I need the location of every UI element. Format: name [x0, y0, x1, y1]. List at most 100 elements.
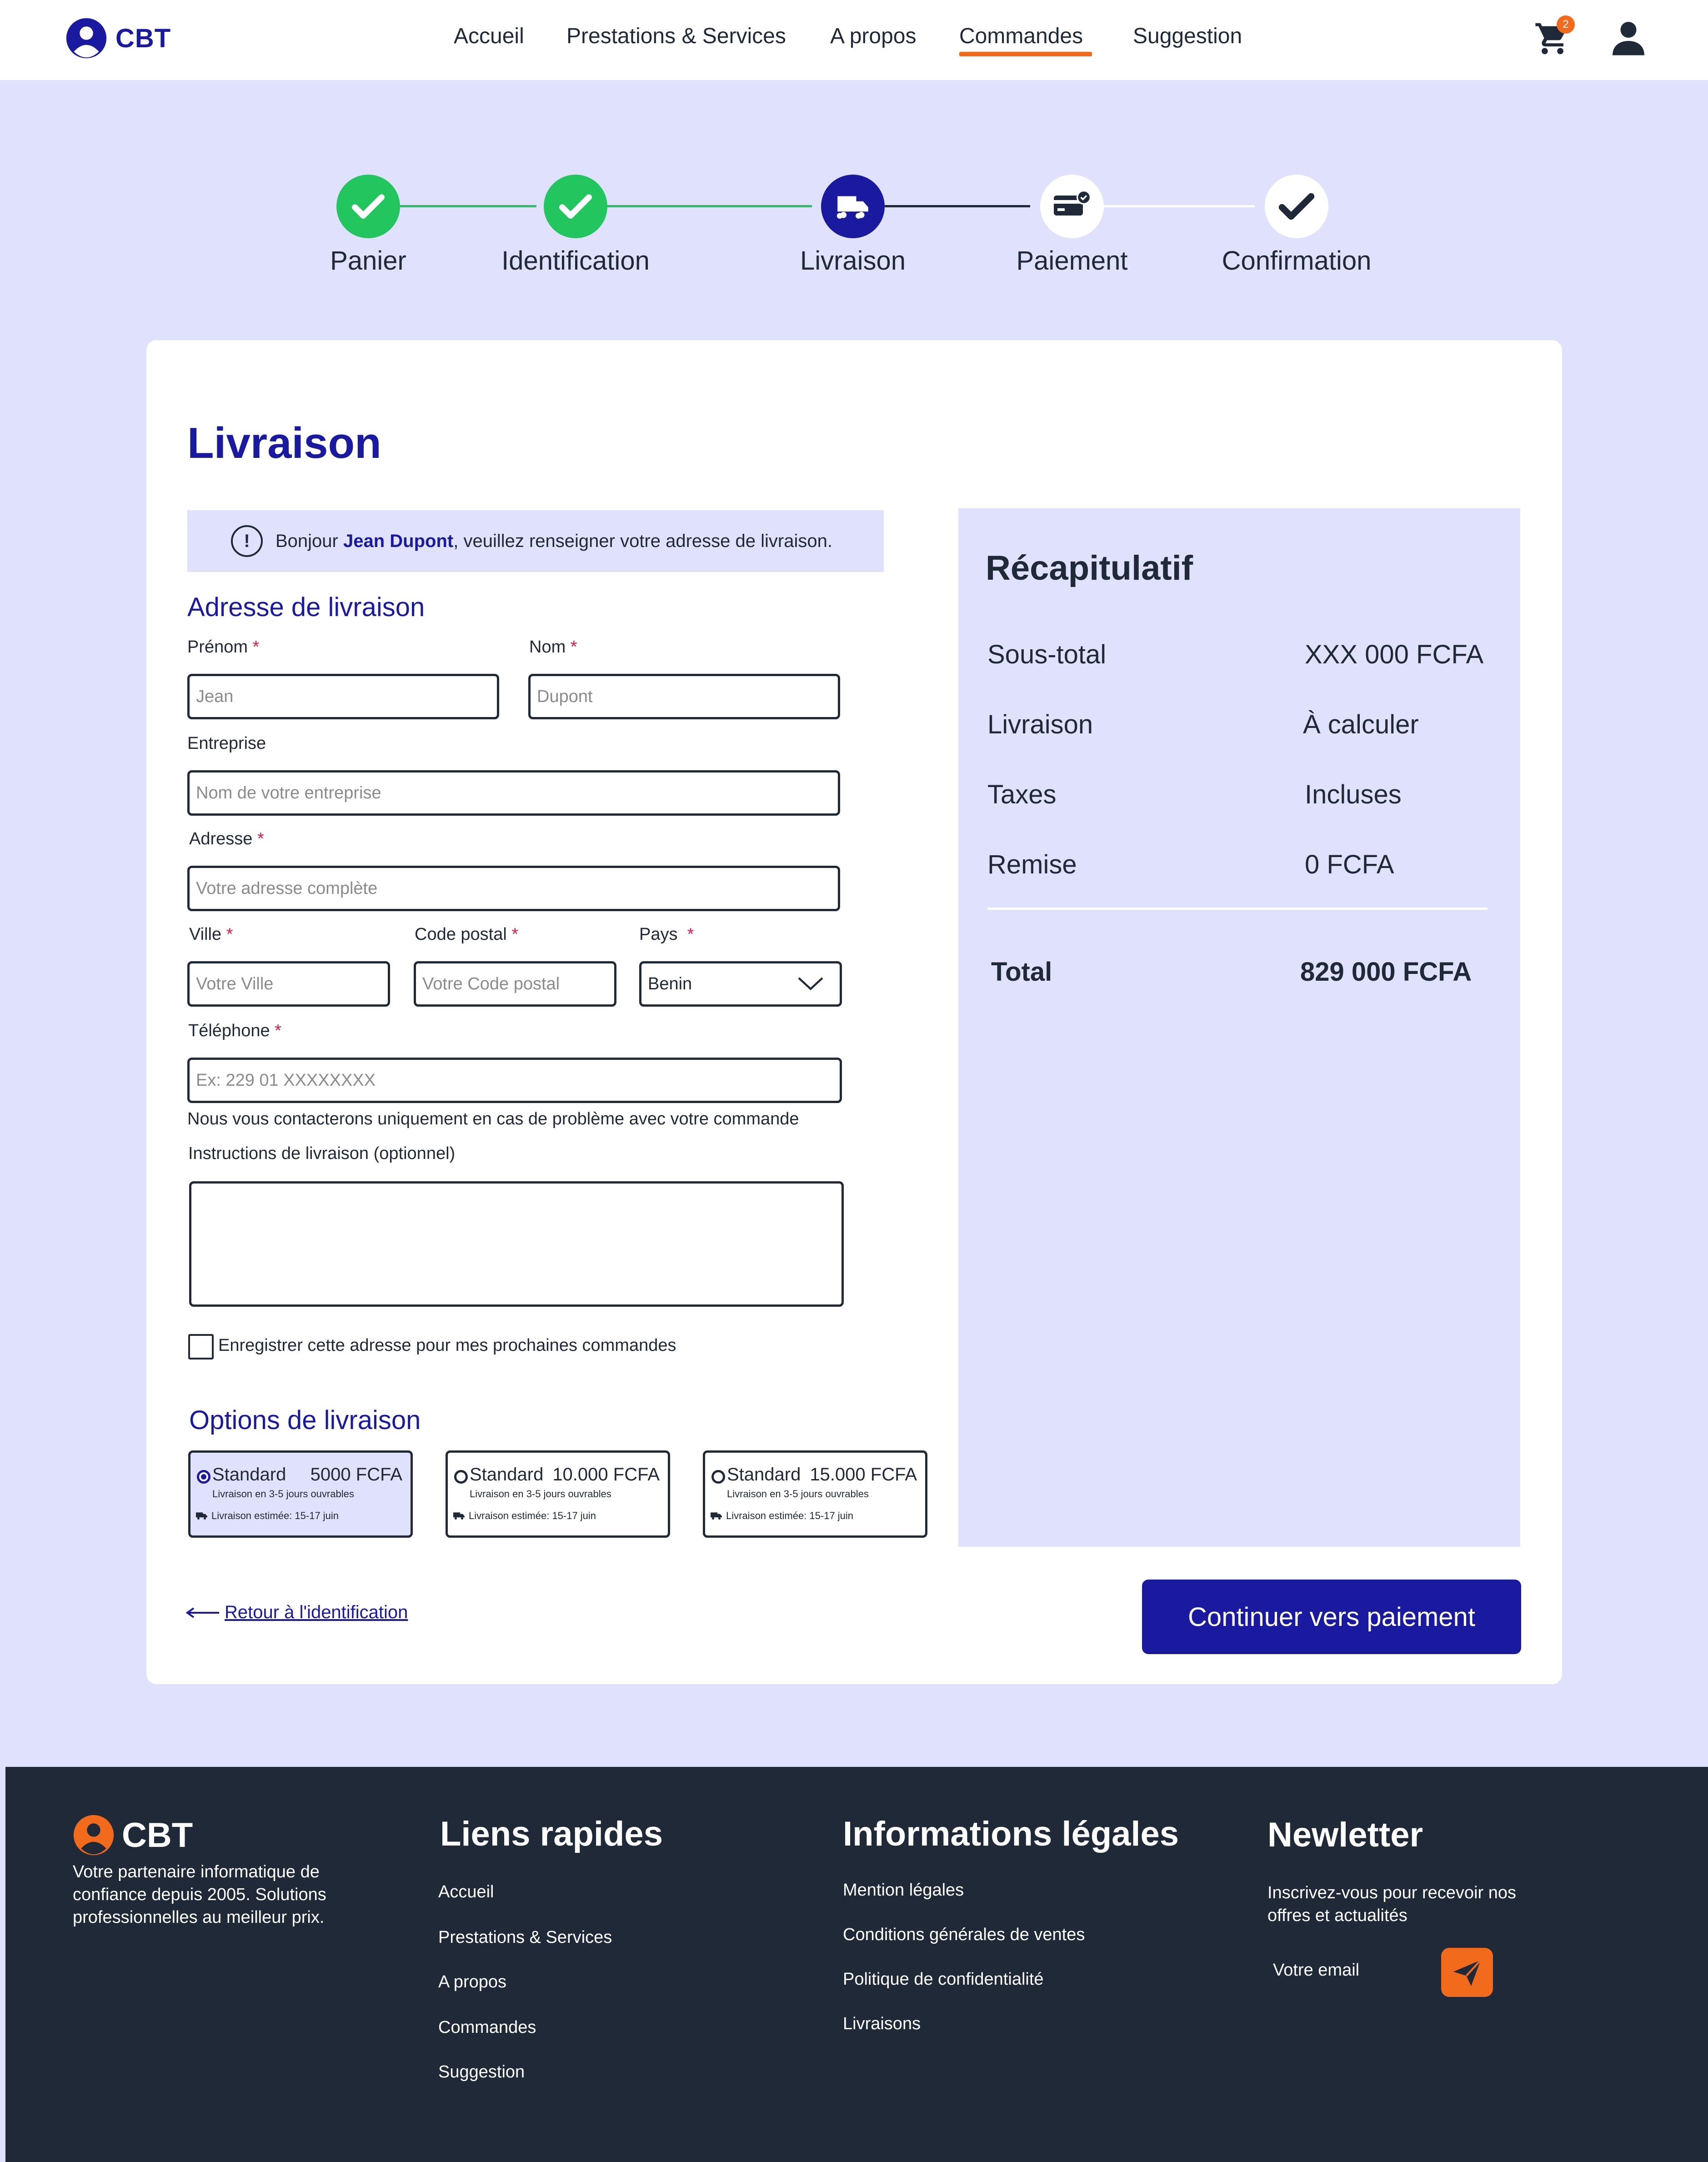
delivery-option-3[interactable]: Standard 15.000 FCFA Livraison en 3-5 jo…	[703, 1450, 927, 1538]
summary-discount-value: 0 FCFA	[1305, 850, 1394, 879]
summary-subtotal-label: Sous-total	[987, 640, 1107, 669]
postal-input[interactable]: Votre Code postal	[414, 961, 616, 1007]
save-address-checkbox[interactable]	[188, 1334, 214, 1359]
nav-active-underline	[959, 52, 1092, 56]
firstname-input[interactable]: Jean	[187, 674, 499, 719]
shipping-address-title: Adresse de livraison	[187, 592, 425, 622]
footer-link-commandes[interactable]: Commandes	[438, 2018, 536, 2037]
summary-taxes-label: Taxes	[987, 780, 1057, 809]
option-name: Standard	[470, 1465, 544, 1485]
nav-apropos[interactable]: A propos	[830, 24, 916, 49]
truck-icon	[711, 1512, 722, 1520]
nav-commandes[interactable]: Commandes	[959, 24, 1083, 49]
newsletter-send-button[interactable]	[1441, 1948, 1493, 1997]
footer-description: Votre partenaire informatique de confian…	[73, 1862, 326, 1927]
option-price: 5000 FCFA	[310, 1465, 402, 1485]
delivery-options-title: Options de livraison	[189, 1405, 421, 1435]
newsletter-title: Newletter	[1267, 1816, 1423, 1854]
summary-total-label: Total	[991, 957, 1052, 987]
option-name: Standard	[212, 1465, 286, 1485]
step-confirmation-check-icon	[1265, 175, 1328, 238]
country-select[interactable]: Benin	[639, 961, 842, 1007]
summary-total-value: 829 000 FCFA	[1300, 957, 1472, 987]
step-connector-2	[607, 205, 812, 207]
radio-selected[interactable]	[197, 1470, 210, 1484]
customer-name: Jean Dupont	[343, 531, 454, 551]
continue-to-payment-button[interactable]: Continuer vers paiement	[1142, 1580, 1521, 1654]
instructions-textarea[interactable]	[189, 1181, 844, 1307]
footer-logo-icon	[73, 1815, 114, 1856]
footer-link-privacy[interactable]: Politique de confidentialité	[843, 1970, 1044, 1989]
option-estimate: Livraison estimée: 15-17 juin	[453, 1510, 596, 1522]
summary-taxes-value: Incluses	[1305, 780, 1402, 809]
footer-link-apropos[interactable]: A propos	[438, 1972, 506, 1992]
address-input[interactable]: Votre adresse complète	[187, 866, 840, 911]
phone-label: Téléphone *	[188, 1021, 281, 1040]
step-identification-check-icon	[544, 175, 607, 238]
footer-brand[interactable]: CBT	[73, 1814, 193, 1856]
quick-links-title: Liens rapides	[440, 1815, 663, 1853]
lastname-input[interactable]: Dupont	[528, 674, 840, 719]
info-text: Bonjour Jean Dupont, veuillez renseigner…	[275, 531, 832, 551]
step-connector-3	[885, 205, 1030, 207]
instructions-label: Instructions de livraison (optionnel)	[188, 1144, 456, 1163]
phone-hint: Nous vous contacterons uniquement en cas…	[187, 1109, 799, 1129]
user-icon[interactable]	[1609, 17, 1648, 58]
option-name: Standard	[727, 1465, 801, 1485]
cart-count-badge: 2	[1557, 15, 1575, 34]
save-address-label: Enregistrer cette adresse pour mes proch…	[218, 1336, 676, 1355]
nav-prestations[interactable]: Prestations & Services	[566, 24, 786, 49]
summary-shipping-label: Livraison	[987, 710, 1093, 739]
radio-unselected[interactable]	[711, 1470, 725, 1484]
address-label: Adresse *	[189, 829, 264, 848]
step-label-panier: Panier	[330, 246, 406, 276]
footer-link-livraisons[interactable]: Livraisons	[843, 2014, 921, 2034]
step-livraison-truck-icon	[821, 175, 885, 238]
summary-subtotal-value: XXX 000 FCFA	[1305, 640, 1484, 669]
option-duration: Livraison en 3-5 jours ouvrables	[727, 1488, 869, 1500]
step-connector-4	[1100, 205, 1255, 207]
delivery-option-1[interactable]: Standard 5000 FCFA Livraison en 3-5 jour…	[188, 1450, 413, 1538]
option-price: 15.000 FCFA	[810, 1465, 917, 1485]
nav-suggestion[interactable]: Suggestion	[1133, 24, 1242, 49]
firstname-label: Prénom *	[187, 637, 260, 657]
truck-icon	[453, 1512, 465, 1520]
page-title: Livraison	[187, 419, 381, 467]
option-price: 10.000 FCFA	[552, 1465, 660, 1485]
footer-link-cgv[interactable]: Conditions générales de ventes	[843, 1925, 1085, 1945]
step-label-livraison: Livraison	[800, 246, 906, 276]
lastname-label: Nom *	[529, 637, 577, 657]
postal-label: Code postal *	[415, 925, 519, 944]
summary-discount-label: Remise	[987, 850, 1077, 879]
footer-link-mentions[interactable]: Mention légales	[843, 1881, 964, 1900]
city-input[interactable]: Votre Ville	[187, 961, 390, 1007]
main-nav: Accueil Prestations & Services A propos …	[0, 0, 1708, 80]
send-icon	[1453, 1959, 1482, 1986]
radio-unselected[interactable]	[454, 1470, 468, 1484]
country-label: Pays *	[639, 925, 694, 944]
step-label-confirmation: Confirmation	[1222, 246, 1372, 276]
footer-link-suggestion[interactable]: Suggestion	[438, 2062, 525, 2082]
truck-icon	[196, 1512, 207, 1520]
step-label-identification: Identification	[501, 246, 650, 276]
country-value: Benin	[648, 974, 692, 993]
phone-input[interactable]: Ex: 229 01 XXXXXXXX	[187, 1058, 842, 1103]
back-to-identification-link[interactable]: Retour à l'identification	[185, 1602, 408, 1623]
step-panier-check-icon	[336, 175, 400, 238]
footer-brand-name: CBT	[122, 1816, 193, 1855]
step-connector-1	[400, 205, 536, 207]
summary-divider	[987, 908, 1488, 910]
summary-shipping-value: À calculer	[1303, 710, 1419, 739]
delivery-option-2[interactable]: Standard 10.000 FCFA Livraison en 3-5 jo…	[446, 1450, 670, 1538]
info-banner: ! Bonjour Jean Dupont, veuillez renseign…	[187, 510, 884, 572]
footer-link-accueil[interactable]: Accueil	[438, 1882, 494, 1902]
legal-info-title: Informations légales	[843, 1815, 1179, 1853]
footer-link-prestations[interactable]: Prestations & Services	[438, 1928, 612, 1947]
info-icon: !	[231, 525, 263, 557]
arrow-left-icon	[185, 1607, 219, 1618]
newsletter-email-input[interactable]: Votre email	[1273, 1961, 1359, 1980]
nav-accueil[interactable]: Accueil	[454, 24, 524, 49]
newsletter-text: Inscrivez-vous pour recevoir nos offres …	[1267, 1883, 1516, 1925]
company-input[interactable]: Nom de votre entreprise	[187, 770, 840, 816]
company-label: Entreprise	[187, 734, 266, 753]
